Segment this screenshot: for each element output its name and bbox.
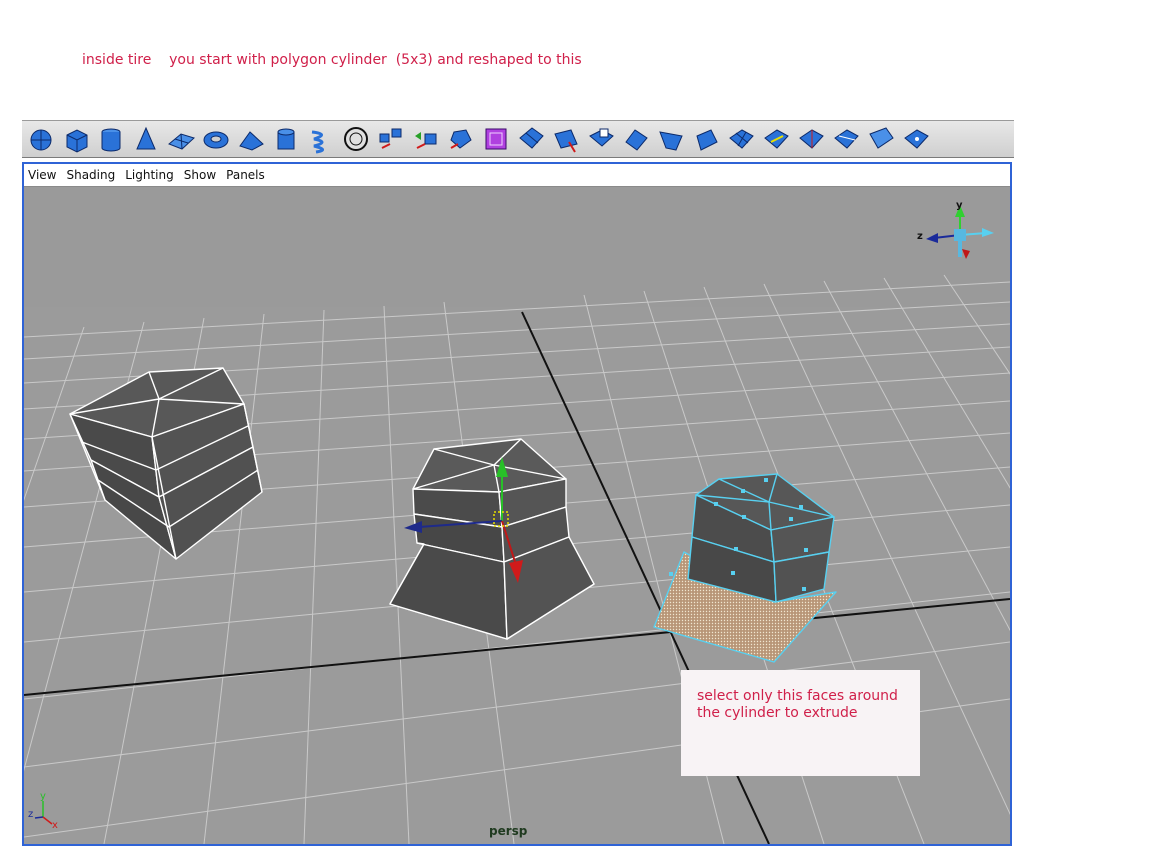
cut-faces-icon[interactable] <box>864 122 897 156</box>
boolean-icon[interactable] <box>514 122 547 156</box>
axis-indicator: y z x <box>28 791 58 831</box>
interactive-split-icon[interactable] <box>829 122 862 156</box>
mirror-icon[interactable] <box>549 122 582 156</box>
bevel-icon[interactable] <box>689 122 722 156</box>
axis-z-label: z <box>28 809 33 820</box>
plane-icon[interactable] <box>164 122 197 156</box>
instruction-note: select only this faces around the cylind… <box>681 670 920 776</box>
polygon-cylinder-selected[interactable] <box>653 473 837 663</box>
pipe-icon[interactable] <box>269 122 302 156</box>
wedge-icon[interactable] <box>759 122 792 156</box>
helix-icon[interactable] <box>304 122 337 156</box>
soccer-ball-icon[interactable] <box>339 122 372 156</box>
cone-icon[interactable] <box>129 122 162 156</box>
view-cube-z-label: z <box>917 231 923 242</box>
menu-view[interactable]: View <box>28 168 56 182</box>
cylinder-icon[interactable] <box>94 122 127 156</box>
merge-icon[interactable] <box>899 122 932 156</box>
smooth-icon[interactable] <box>479 122 512 156</box>
split-polygon-icon[interactable] <box>584 122 617 156</box>
torus-icon[interactable] <box>199 122 232 156</box>
view-cube-y-label: y <box>956 200 963 211</box>
extrude-face-icon[interactable] <box>619 122 652 156</box>
cube-icon[interactable] <box>59 122 92 156</box>
menu-lighting[interactable]: Lighting <box>125 168 174 182</box>
append-polygon-icon[interactable] <box>794 122 827 156</box>
separate-icon[interactable] <box>409 122 442 156</box>
axis-x-label: x <box>52 820 58 831</box>
menu-panels[interactable]: Panels <box>226 168 265 182</box>
axis-y-label: y <box>40 791 46 802</box>
combine-icon[interactable] <box>374 122 407 156</box>
sphere-icon[interactable] <box>24 122 57 156</box>
polygon-cylinder-reshaped[interactable] <box>389 438 595 640</box>
extrude-edge-icon[interactable] <box>654 122 687 156</box>
menu-shading[interactable]: Shading <box>66 168 115 182</box>
extract-icon[interactable] <box>444 122 477 156</box>
polygon-shelf <box>22 120 1014 158</box>
panel-menubar: View Shading Lighting Show Panels <box>24 164 1010 187</box>
tutorial-caption: inside tire you start with polygon cylin… <box>82 52 582 68</box>
camera-name-label: persp <box>489 824 528 838</box>
prism-icon[interactable] <box>234 122 267 156</box>
poke-icon[interactable] <box>724 122 757 156</box>
menu-show[interactable]: Show <box>184 168 216 182</box>
